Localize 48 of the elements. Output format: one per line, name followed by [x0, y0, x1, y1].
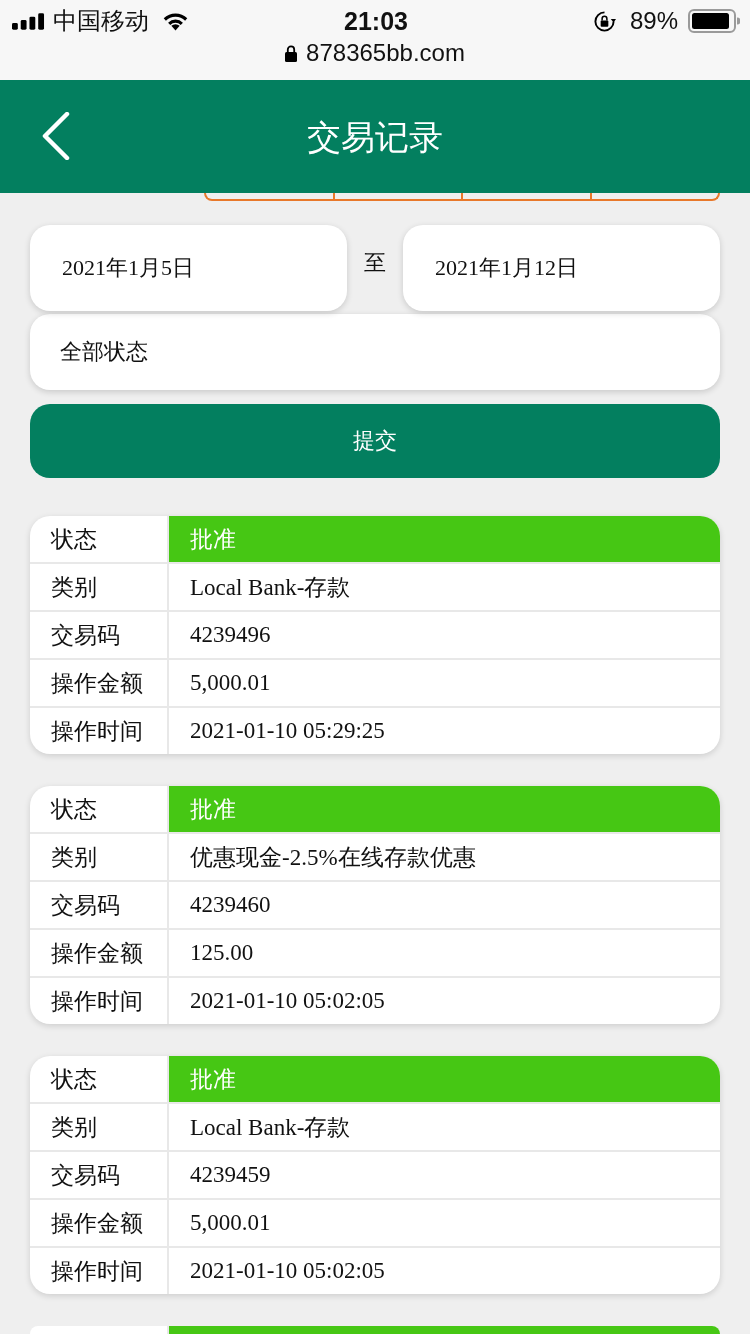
field-label: 类别 — [30, 564, 169, 610]
field-value: 2021-01-10 05:02:05 — [189, 987, 386, 1015]
start-date-field[interactable]: 2021年1月5日 — [30, 225, 347, 311]
date-range-separator: 至 — [363, 249, 387, 277]
chevron-left-icon — [42, 112, 70, 160]
field-value: 5,000.01 — [189, 1209, 272, 1237]
submit-button[interactable]: 提交 — [30, 404, 720, 478]
field-label: 类别 — [30, 1104, 169, 1150]
page-title: 交易记录 — [307, 116, 443, 158]
wifi-icon — [162, 11, 189, 31]
field-value: 4239459 — [189, 1161, 272, 1189]
status-select[interactable]: 全部状态 — [30, 314, 720, 390]
battery-percent: 89% — [629, 7, 678, 35]
status-cell: 批准 — [169, 786, 720, 832]
url-text: 878365bb.com — [306, 39, 465, 67]
field-value: 4239460 — [189, 891, 272, 919]
field-value: 2021-01-10 05:02:05 — [189, 1257, 386, 1285]
back-button[interactable] — [40, 110, 72, 162]
field-value: Local Bank-存款 — [189, 1113, 352, 1142]
field-label: 交易码 — [30, 612, 169, 658]
clock-time: 21:03 — [344, 7, 408, 35]
status-cell: 批准 — [169, 516, 720, 562]
field-label: 操作时间 — [30, 1248, 169, 1294]
status-cell: 批准 — [169, 1056, 720, 1102]
field-label: 操作时间 — [30, 708, 169, 754]
filter-tab[interactable] — [462, 193, 591, 201]
lock-icon — [285, 44, 298, 62]
filter-tab[interactable] — [204, 193, 334, 201]
rotation-lock-icon — [592, 9, 616, 33]
end-date-field[interactable]: 2021年1月12日 — [403, 225, 720, 311]
signal-icon — [12, 12, 45, 30]
field-value: 5,000.01 — [189, 669, 272, 697]
field-label: 操作金额 — [30, 1200, 169, 1246]
field-value: 4239496 — [189, 621, 272, 649]
filter-tab[interactable] — [590, 193, 720, 201]
field-label: 交易码 — [30, 882, 169, 928]
field-label: 类别 — [30, 834, 169, 880]
field-value: 优惠现金-2.5%在线存款优惠 — [189, 843, 477, 872]
field-value: 2021-01-10 05:29:25 — [189, 717, 386, 745]
battery-icon — [688, 9, 740, 33]
filter-tab[interactable] — [333, 193, 462, 201]
field-label: 操作时间 — [30, 978, 169, 1024]
field-value: 125.00 — [189, 939, 255, 967]
carrier-name: 中国移动 — [53, 7, 149, 35]
field-value: Local Bank-存款 — [189, 573, 352, 602]
field-label: 操作金额 — [30, 930, 169, 976]
field-label: 交易码 — [30, 1152, 169, 1198]
field-label: 操作金额 — [30, 660, 169, 706]
